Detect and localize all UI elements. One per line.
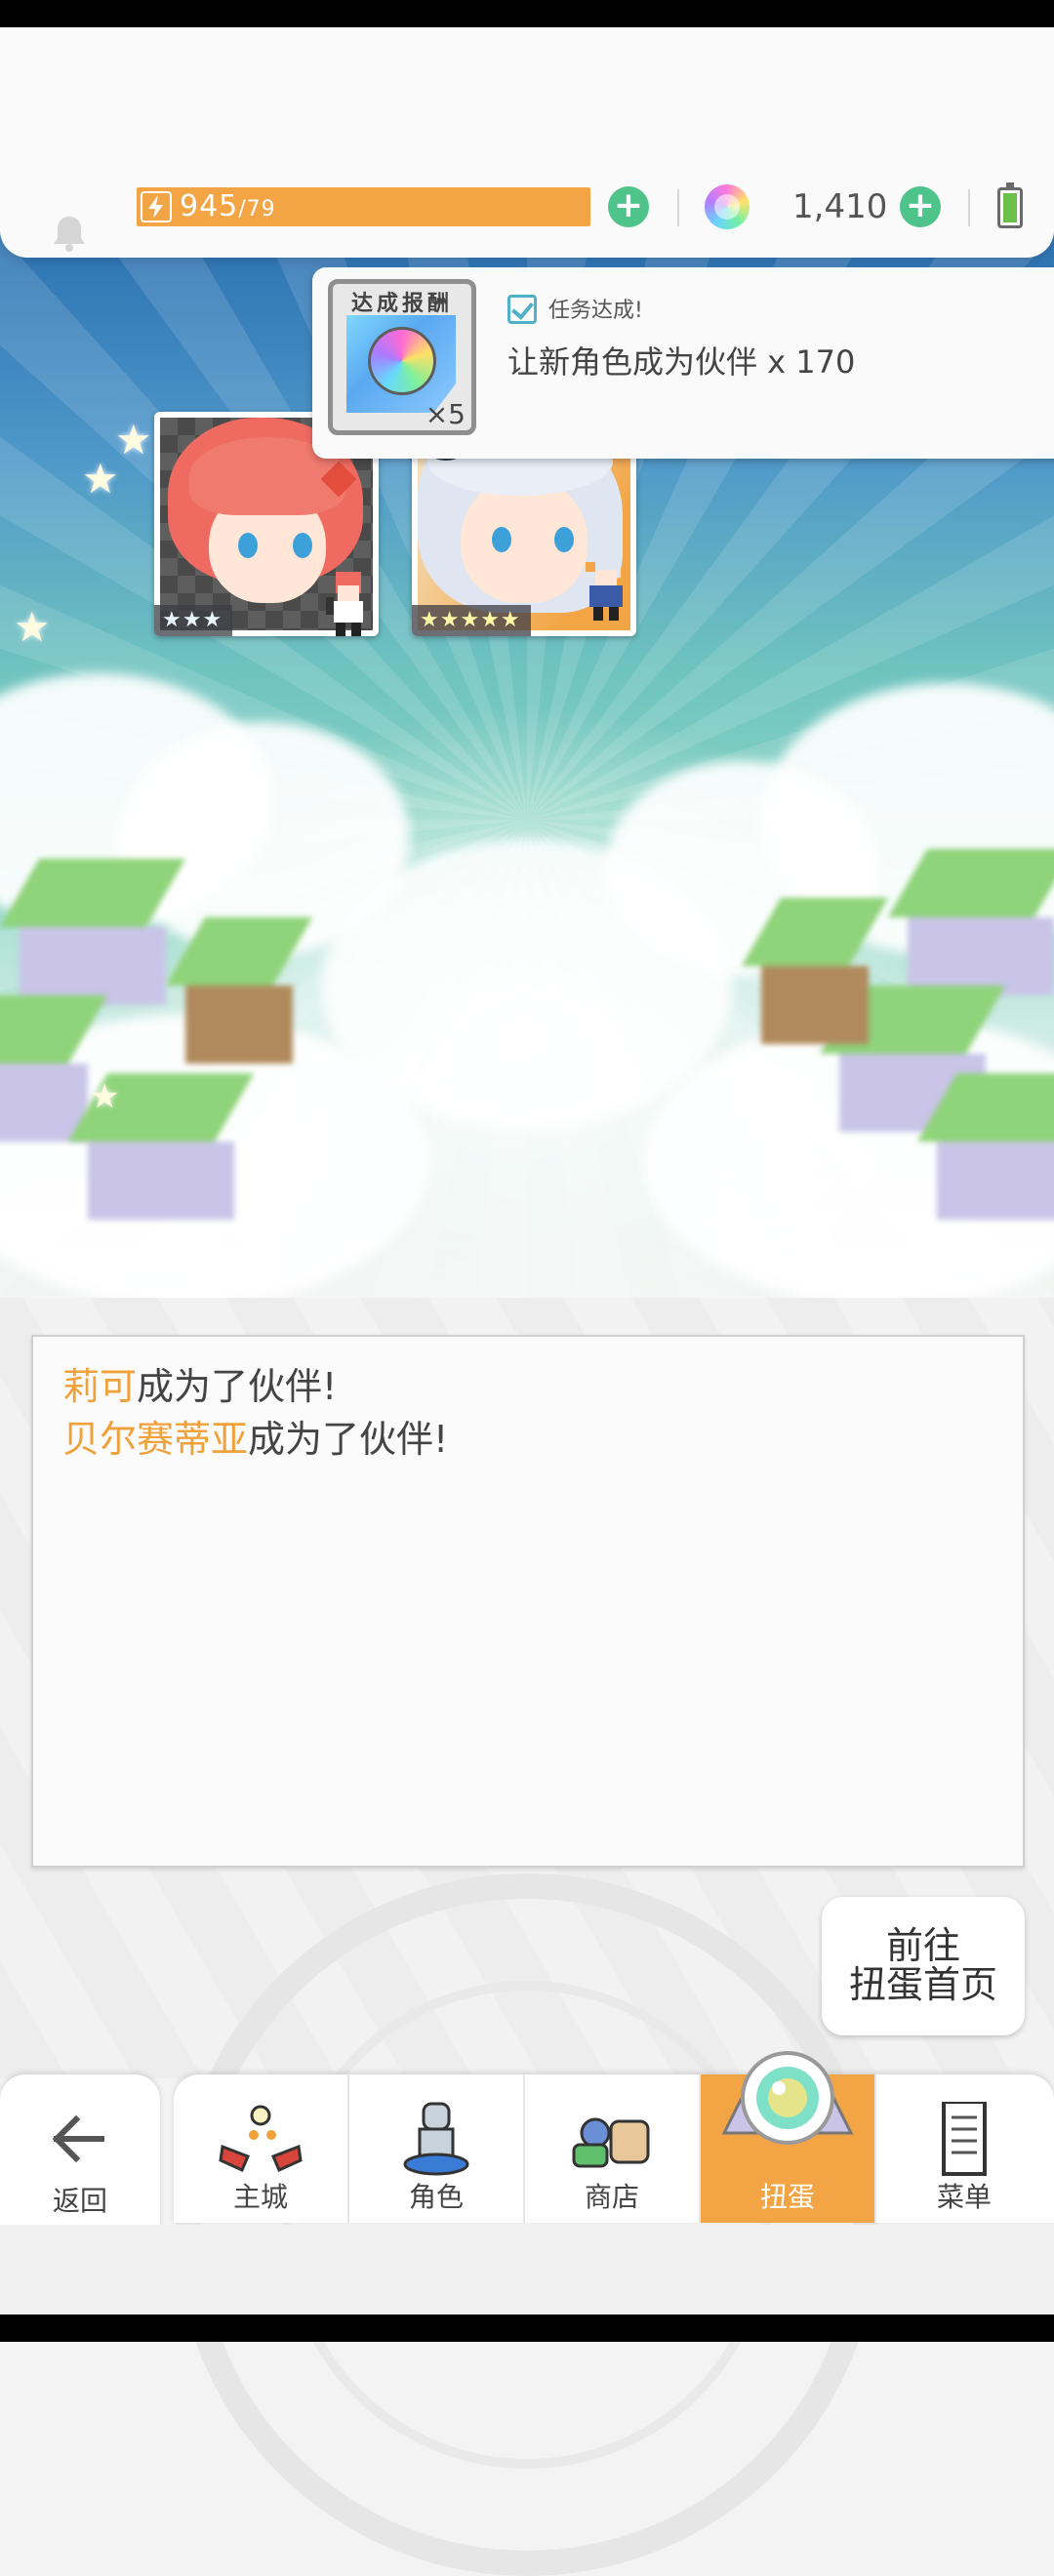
back-arrow-icon: [49, 2110, 107, 2168]
bell-icon[interactable]: [47, 211, 92, 256]
reward-card-label: 达成报酬: [350, 292, 453, 316]
character-sprite: [584, 556, 628, 624]
log-text: 成为了伙伴!: [137, 1365, 338, 1408]
add-stamina-button[interactable]: +: [608, 186, 649, 227]
nav-item-gacha[interactable]: 扭蛋: [701, 2051, 876, 2223]
add-gems-button[interactable]: +: [900, 186, 941, 227]
stamina-current: 945: [180, 189, 239, 223]
checkbox-icon: [507, 295, 537, 324]
rarity-stars: ★★★: [154, 605, 233, 636]
reward-quantity: ×5: [425, 398, 466, 430]
nav-label: 商店: [584, 2181, 639, 2213]
castle-icon: [217, 2102, 304, 2178]
character-name: 贝尔赛蒂亚: [62, 1418, 249, 1461]
shop-icon: [568, 2102, 656, 2178]
result-log: 莉可成为了伙伴! 贝尔赛蒂亚成为了伙伴!: [31, 1335, 1025, 1868]
log-text: 成为了伙伴!: [248, 1418, 449, 1461]
gem-icon: [705, 184, 750, 229]
top-resource-bar: 945/79 + 1,410 +: [0, 27, 1054, 258]
sparkle-star-icon: ★: [82, 455, 119, 503]
rarity-stars: ★★★★★: [412, 605, 531, 636]
nav-label: 主城: [232, 2181, 288, 2213]
mission-status: 任务达成!: [548, 299, 643, 323]
stamina-max: /79: [238, 197, 276, 221]
sparkle-star-icon: ★: [14, 603, 51, 651]
nav-item-shop[interactable]: 商店: [525, 2074, 701, 2223]
gem-count: 1,410: [792, 187, 888, 226]
menu-icon: [920, 2100, 1008, 2178]
back-label: 返回: [52, 2185, 107, 2217]
goto-button-line2: 扭蛋首页: [848, 1963, 997, 2006]
rainbow-gem-icon: [368, 327, 436, 395]
goto-button-line1: 前往: [885, 1924, 960, 1967]
nav-label: 扭蛋: [759, 2181, 815, 2213]
log-line: 贝尔赛蒂亚成为了伙伴!: [62, 1413, 993, 1466]
divider: [677, 189, 679, 226]
character-name: 莉可: [62, 1365, 138, 1408]
back-button[interactable]: 返回: [0, 2074, 160, 2231]
nav-item-menu[interactable]: 菜单: [876, 2074, 1052, 2223]
lightning-icon: [141, 191, 172, 222]
bottom-strip: [0, 2225, 1054, 2314]
nav-item-character[interactable]: 角色: [349, 2074, 525, 2223]
stamina-bar: 945/79: [137, 187, 590, 226]
bottom-nav: 主城 角色 商店 扭蛋 菜单: [174, 2051, 1054, 2223]
character-sprite: [326, 572, 371, 640]
gacha-icon: [714, 2039, 861, 2166]
sparkle-star-icon: ★: [115, 416, 152, 463]
status-bar: [0, 0, 1054, 27]
nav-label: 角色: [408, 2181, 464, 2213]
goto-gacha-home-button[interactable]: 前往 扭蛋首页: [822, 1897, 1025, 2035]
battery-icon: [997, 182, 1023, 228]
log-line: 莉可成为了伙伴!: [62, 1360, 993, 1413]
nav-item-castle[interactable]: 主城: [174, 2074, 349, 2223]
mission-reward-popup: 达成报酬 ×5 任务达成! 让新角色成为伙伴 x 170: [312, 267, 1054, 459]
navigation-bar: [0, 2314, 1054, 2342]
reward-item-card: 达成报酬 ×5: [328, 279, 476, 435]
nav-label: 菜单: [936, 2181, 992, 2213]
sparkle-star-icon: ★: [90, 1077, 120, 1116]
character-icon: [392, 2102, 480, 2178]
mission-description: 让新角色成为伙伴 x 170: [507, 343, 856, 381]
divider: [968, 189, 970, 226]
